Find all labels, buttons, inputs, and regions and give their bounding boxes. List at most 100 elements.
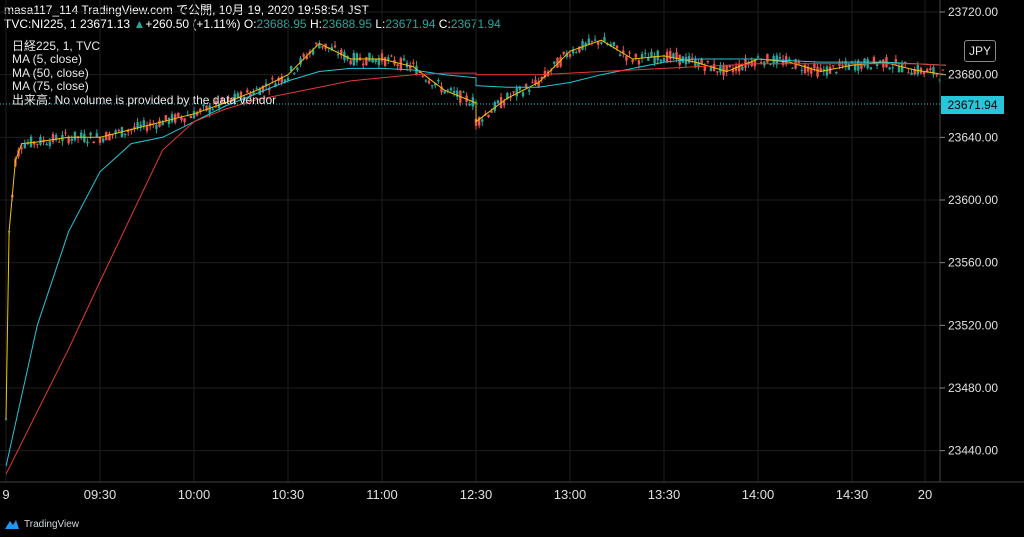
candle-body bbox=[127, 131, 130, 133]
candle-body bbox=[192, 110, 196, 119]
candle-body bbox=[362, 63, 365, 66]
x-tick-label: 09:30 bbox=[84, 487, 117, 502]
candle-body bbox=[832, 65, 835, 67]
candle-body bbox=[503, 101, 506, 106]
candle-body bbox=[916, 65, 919, 75]
candle-body bbox=[769, 64, 772, 66]
candle-body bbox=[92, 141, 95, 144]
x-tick-label: 11:00 bbox=[366, 487, 398, 502]
candle-body bbox=[637, 60, 641, 65]
candle-body bbox=[412, 62, 415, 64]
candle-body bbox=[531, 82, 534, 84]
candle-body bbox=[293, 72, 296, 74]
candle-body bbox=[694, 59, 697, 68]
x-tick-label: 12:30 bbox=[460, 487, 493, 502]
candle-body bbox=[813, 63, 816, 69]
candle-body bbox=[935, 74, 938, 76]
candle-body bbox=[374, 59, 377, 63]
candle-body bbox=[167, 118, 171, 125]
candle-body bbox=[825, 66, 829, 76]
candle-body bbox=[634, 53, 637, 58]
candle-body bbox=[487, 114, 490, 117]
candle-body bbox=[929, 68, 932, 70]
candle-body bbox=[891, 67, 894, 69]
candle-body bbox=[83, 133, 86, 143]
x-tick-label: 20 bbox=[918, 487, 932, 502]
candle-body bbox=[706, 60, 710, 63]
candle-body bbox=[98, 137, 102, 143]
candle-body bbox=[95, 133, 99, 137]
indicator-legend: 日経225, 1, TVC MA (5, close) MA (50, clos… bbox=[12, 39, 276, 107]
candle-body bbox=[51, 133, 55, 142]
candle-body bbox=[70, 138, 73, 141]
legend-ma75[interactable]: MA (75, close) bbox=[12, 79, 276, 93]
candle-body bbox=[142, 120, 146, 126]
candle-body bbox=[662, 57, 666, 62]
candle-body bbox=[593, 39, 597, 41]
candle-body bbox=[521, 92, 525, 97]
candle-body bbox=[45, 144, 48, 146]
candle-body bbox=[756, 56, 760, 58]
candle-body bbox=[29, 136, 33, 147]
candle-body bbox=[452, 90, 456, 94]
candle-body bbox=[89, 132, 92, 136]
candle-body bbox=[333, 45, 337, 48]
footer-brand[interactable]: TradingView bbox=[4, 514, 79, 534]
candle-body bbox=[590, 40, 594, 42]
y-tick-label: 23440.00 bbox=[948, 444, 998, 458]
candle-body bbox=[841, 65, 844, 67]
candle-body bbox=[101, 138, 105, 143]
candle-body bbox=[803, 64, 807, 74]
y-tick-label: 23640.00 bbox=[948, 130, 998, 144]
candle-body bbox=[424, 80, 428, 82]
candle-body bbox=[910, 72, 913, 76]
candle-body bbox=[20, 147, 23, 150]
candle-body bbox=[449, 88, 453, 91]
candle-body bbox=[396, 64, 399, 67]
candle-body bbox=[941, 69, 945, 71]
candle-body bbox=[672, 53, 675, 58]
x-tick-label: 13:00 bbox=[554, 487, 587, 502]
candle-body bbox=[553, 61, 556, 64]
time-axis[interactable]: 9 09:30 10:00 10:30 11:00 12:30 13:00 13:30 14:0… bbox=[2, 487, 932, 502]
candle-body bbox=[819, 67, 822, 71]
candle-body bbox=[296, 67, 299, 71]
candle-body bbox=[437, 79, 440, 82]
candle-body bbox=[496, 100, 500, 104]
legend-ma5[interactable]: MA (5, close) bbox=[12, 52, 276, 66]
candle-body bbox=[888, 67, 891, 70]
candle-body bbox=[869, 67, 872, 70]
brand-name: TradingView bbox=[24, 518, 80, 530]
candle-body bbox=[568, 53, 572, 57]
candle-body bbox=[349, 60, 352, 65]
candle-body bbox=[462, 91, 465, 93]
x-tick-label: 10:00 bbox=[178, 487, 211, 502]
legend-volume[interactable]: 出来高: No volume is provided by the data v… bbox=[12, 93, 276, 107]
candle-body bbox=[618, 54, 622, 57]
candle-body bbox=[446, 89, 449, 91]
candle-body bbox=[600, 42, 603, 44]
x-tick-label: 14:00 bbox=[742, 487, 775, 502]
candle-body bbox=[847, 64, 851, 70]
legend-title[interactable]: 日経225, 1, TVC bbox=[12, 39, 276, 53]
candle-body bbox=[528, 89, 531, 92]
candle-body bbox=[800, 69, 804, 71]
candle-body bbox=[421, 75, 424, 78]
candle-body bbox=[73, 131, 77, 141]
candle-body bbox=[816, 66, 819, 77]
candle-body bbox=[778, 57, 782, 59]
last-price-tag: 23671.94 bbox=[941, 96, 1004, 114]
candle-body bbox=[48, 141, 52, 146]
x-tick-label: 13:30 bbox=[648, 487, 681, 502]
currency-button[interactable]: JPY bbox=[964, 40, 996, 62]
candle-body bbox=[625, 56, 628, 61]
candle-body bbox=[183, 118, 186, 123]
candle-body bbox=[355, 53, 359, 63]
candle-body bbox=[402, 58, 406, 61]
legend-ma50[interactable]: MA (50, close) bbox=[12, 66, 276, 80]
tradingview-logo-icon bbox=[5, 520, 19, 529]
candle-body bbox=[741, 66, 744, 70]
candle-body bbox=[835, 71, 838, 74]
price-axis[interactable]: 23440.00 23480.00 23520.00 23560.00 23600.00… bbox=[940, 5, 998, 458]
candle-body bbox=[562, 51, 565, 55]
